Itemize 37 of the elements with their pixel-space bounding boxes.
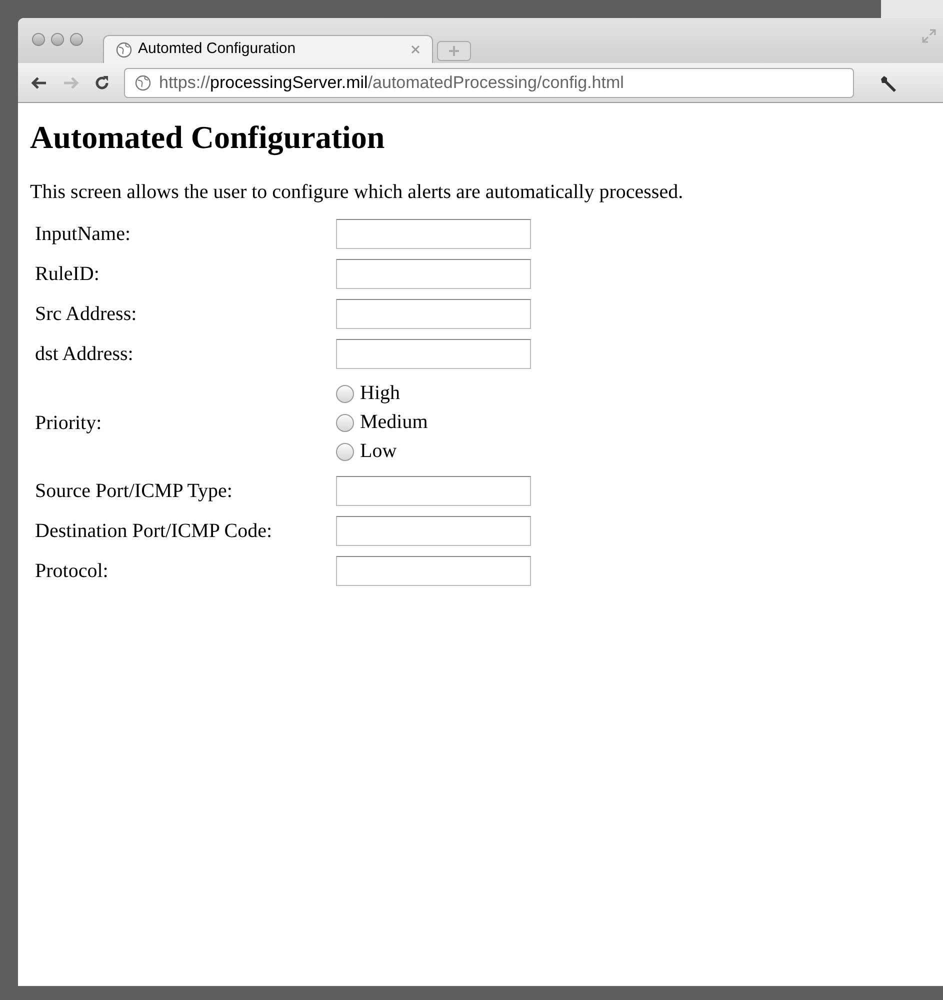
input-field[interactable] [336,259,531,289]
close-icon[interactable] [411,45,420,54]
field-label: dst Address: [35,342,134,367]
field-label: Source Port/ICMP Type: [35,479,234,504]
plus-icon [448,45,460,57]
radio-button[interactable] [336,414,354,432]
tab-title: Automted Configuration [138,39,297,60]
field-label: Protocol: [35,559,110,584]
reload-icon[interactable] [94,74,110,90]
globe-icon [116,42,132,58]
field-label: Src Address: [35,302,138,327]
desktop-panel [881,0,943,18]
field-label: InputName: [35,222,132,247]
window-control[interactable] [70,33,83,46]
option-label: Medium [360,410,428,435]
address-bar[interactable]: https://processingServer.mil/automatedProcessing/config.html [124,68,854,98]
url-text: https://processingServer.mil/automatedProcessing/config.html [159,72,624,94]
page-heading: Automated Configuration [30,118,386,157]
globe-icon [135,74,151,90]
option-label: High [360,381,400,406]
radio-button[interactable] [336,442,354,460]
window-control[interactable] [51,33,64,46]
field-label: Priority: [35,410,103,436]
input-field[interactable] [336,476,531,506]
back-arrow-icon[interactable] [30,74,48,90]
field-label: Destination Port/ICMP Code: [35,519,274,544]
field-label: RuleID: [35,262,100,287]
description-text: This screen allows the user to configure which alerts are automatically processed. [30,180,684,205]
option-label: Low [360,439,397,464]
input-field[interactable] [336,339,531,369]
input-field[interactable] [336,556,531,586]
window-control[interactable] [32,33,45,46]
radio-button[interactable] [336,384,354,402]
input-field[interactable] [336,219,531,249]
input-field[interactable] [336,299,531,329]
input-field[interactable] [336,516,531,546]
browser-tab[interactable]: Automted Configuration [103,35,433,63]
